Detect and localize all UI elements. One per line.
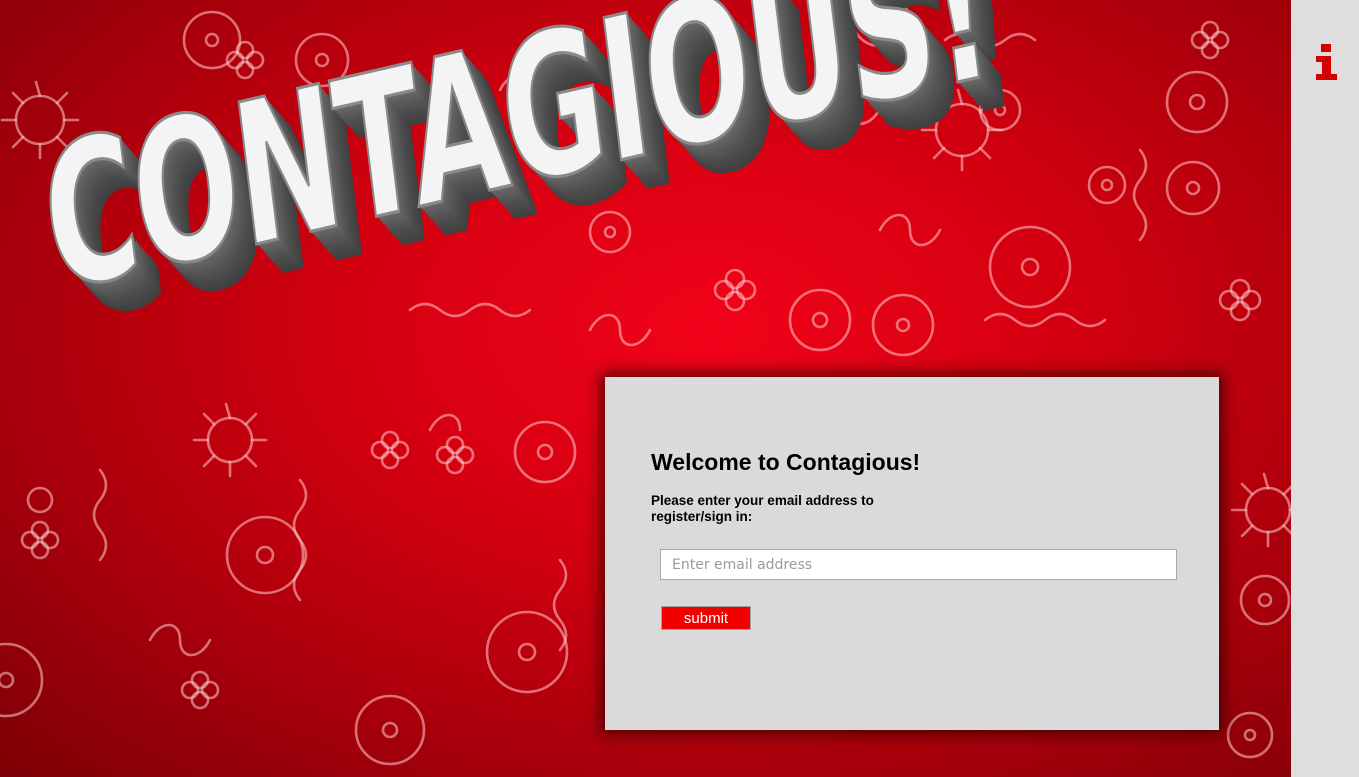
submit-button[interactable]: submit [661,606,751,630]
chain-germ [983,312,1107,328]
info-icon[interactable] [1313,40,1339,82]
ring-germ [1226,711,1274,759]
ring-germ [1239,574,1291,626]
ring-germ [1087,165,1127,205]
ring-germ [988,225,1072,309]
chain-germ [1132,148,1148,242]
logo-wordmark: CONTAGIOUS! [31,0,1001,338]
ring-germ [1165,70,1229,134]
email-input[interactable] [660,549,1177,580]
email-prompt: Please enter your email address to regis… [651,493,874,524]
welcome-card: Welcome to Contagious! Please enter your… [605,377,1219,730]
ring-germ [1165,160,1221,216]
spiky-germ [1230,472,1291,548]
flower-germ [370,430,410,470]
contagious-logo: CONTAGIOUS! [0,0,1001,430]
flower-germ [1218,278,1262,322]
flower-germ [1190,20,1230,60]
ring-germ [513,420,577,484]
flower-germ [435,435,475,475]
right-sidebar [1291,0,1359,777]
flower-germ [180,670,220,710]
ring-germ [485,610,569,694]
ring-germ [0,642,44,718]
ring-germ [354,694,426,766]
squiggle-germ [148,623,212,657]
chain-germ [92,468,108,562]
background-stage: CONTAGIOUS! Welcome to Contagious! Pleas… [0,0,1291,777]
welcome-title: Welcome to Contagious! [651,449,921,475]
ring-germ [26,486,54,514]
ring-germ [225,515,305,595]
flower-germ [20,520,60,560]
chain-germ [292,478,308,602]
